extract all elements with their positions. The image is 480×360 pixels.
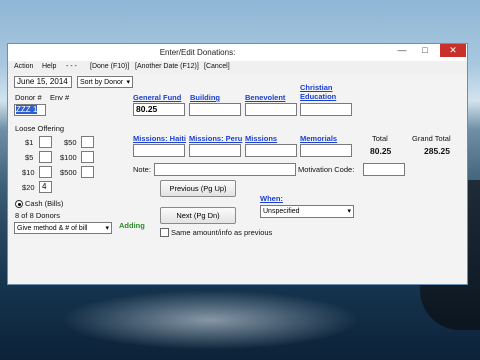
chevron-down-icon: ▾ bbox=[126, 79, 130, 86]
missions-haiti-link[interactable]: Missions: Haiti bbox=[133, 134, 186, 143]
benevolent-field[interactable] bbox=[245, 103, 297, 116]
cash-radio[interactable] bbox=[15, 200, 23, 208]
window-title: Enter/Edit Donations: bbox=[159, 48, 236, 57]
denom-1-label: $1 bbox=[25, 138, 34, 147]
chevron-down-icon: ▾ bbox=[105, 225, 109, 232]
memorials-link[interactable]: Memorials bbox=[300, 134, 337, 143]
denom-5-label: $5 bbox=[25, 153, 34, 162]
same-amount-checkbox[interactable] bbox=[160, 228, 169, 237]
give-method-value: Give method & # of bill bbox=[17, 225, 88, 232]
christian-education-link-line1[interactable]: Christian bbox=[300, 83, 333, 92]
benevolent-link[interactable]: Benevolent bbox=[245, 93, 285, 102]
general-fund-field[interactable]: 80.25 bbox=[133, 103, 185, 116]
chevron-down-icon: ▾ bbox=[347, 208, 351, 215]
donor-label: Donor # bbox=[15, 93, 42, 102]
wave-foam bbox=[60, 290, 360, 350]
missions-peru-field[interactable] bbox=[189, 144, 241, 157]
menu-bar: Action Help - - - [Done (F10)] [Another … bbox=[8, 61, 467, 74]
general-fund-link[interactable]: General Fund bbox=[133, 93, 181, 102]
menu-help[interactable]: Help bbox=[42, 63, 56, 70]
motivation-code-field[interactable] bbox=[363, 163, 405, 176]
motivation-code-label: Motivation Code: bbox=[298, 165, 355, 174]
date-field[interactable]: June 15, 2014 bbox=[14, 76, 72, 88]
memorials-field[interactable] bbox=[300, 144, 352, 157]
menu-another-date[interactable]: [Another Date (F12)] bbox=[135, 63, 199, 70]
denom-100-label: $100 bbox=[60, 153, 77, 162]
denom-1-field[interactable] bbox=[39, 136, 52, 148]
denom-5-field[interactable] bbox=[39, 151, 52, 163]
grand-total-value: 285.25 bbox=[424, 146, 450, 156]
next-button[interactable]: Next (Pg Dn) bbox=[160, 207, 236, 224]
cash-label: Cash (Bills) bbox=[25, 199, 64, 208]
total-value: 80.25 bbox=[370, 146, 392, 156]
adding-status: Adding bbox=[119, 221, 145, 230]
same-amount-label: Same amount/info as previous bbox=[171, 228, 273, 237]
when-select[interactable]: Unspecified ▾ bbox=[260, 205, 354, 218]
sort-select[interactable]: Sort by Donor ▾ bbox=[77, 76, 133, 88]
sort-select-value: Sort by Donor bbox=[80, 79, 124, 86]
denom-20-label: $20 bbox=[22, 183, 35, 192]
denom-20-field[interactable]: 4 bbox=[39, 181, 52, 193]
env-label: Env # bbox=[50, 93, 70, 102]
maximize-button[interactable]: □ bbox=[414, 44, 436, 57]
menu-done[interactable]: [Done (F10)] bbox=[90, 63, 129, 70]
building-field[interactable] bbox=[189, 103, 241, 116]
loose-offering-label: Loose Offering bbox=[15, 124, 65, 133]
building-link[interactable]: Building bbox=[190, 93, 220, 102]
missions-peru-link[interactable]: Missions: Peru bbox=[189, 134, 242, 143]
grand-total-label: Grand Total bbox=[412, 134, 451, 143]
total-label: Total bbox=[372, 134, 388, 143]
denom-100-field[interactable] bbox=[81, 151, 94, 163]
note-field[interactable] bbox=[154, 163, 296, 176]
close-button[interactable]: ✕ bbox=[440, 44, 466, 57]
donors-count: 8 of 8 Donors bbox=[15, 211, 61, 220]
denom-10-field[interactable] bbox=[39, 166, 52, 178]
missions-field[interactable] bbox=[245, 144, 297, 157]
title-bar: Enter/Edit Donations: — □ ✕ bbox=[8, 44, 467, 61]
christian-education-field[interactable] bbox=[300, 103, 352, 116]
denom-10-label: $10 bbox=[22, 168, 35, 177]
denom-50-field[interactable] bbox=[81, 136, 94, 148]
menu-separator: - - - bbox=[66, 63, 77, 70]
missions-link[interactable]: Missions bbox=[245, 134, 277, 143]
menu-action[interactable]: Action bbox=[14, 63, 33, 70]
denom-500-field[interactable] bbox=[81, 166, 94, 178]
missions-haiti-field[interactable] bbox=[133, 144, 185, 157]
form-area: June 15, 2014 Sort by Donor ▾ Donor # En… bbox=[8, 74, 467, 284]
christian-education-link-line2[interactable]: Education bbox=[300, 92, 336, 101]
donor-field[interactable]: ZZZ 1 bbox=[14, 104, 46, 116]
when-link[interactable]: When: bbox=[260, 194, 283, 203]
minimize-button[interactable]: — bbox=[391, 44, 413, 57]
previous-button[interactable]: Previous (Pg Up) bbox=[160, 180, 236, 197]
menu-cancel[interactable]: [Cancel] bbox=[204, 63, 230, 70]
donor-field-value: ZZZ 1 bbox=[16, 105, 38, 114]
note-label: Note: bbox=[133, 165, 151, 174]
denom-500-label: $500 bbox=[60, 168, 77, 177]
donations-window: Enter/Edit Donations: — □ ✕ Action Help … bbox=[7, 43, 468, 285]
give-method-select[interactable]: Give method & # of bill ▾ bbox=[14, 222, 112, 234]
denom-50-label: $50 bbox=[64, 138, 77, 147]
when-select-value: Unspecified bbox=[263, 208, 300, 215]
